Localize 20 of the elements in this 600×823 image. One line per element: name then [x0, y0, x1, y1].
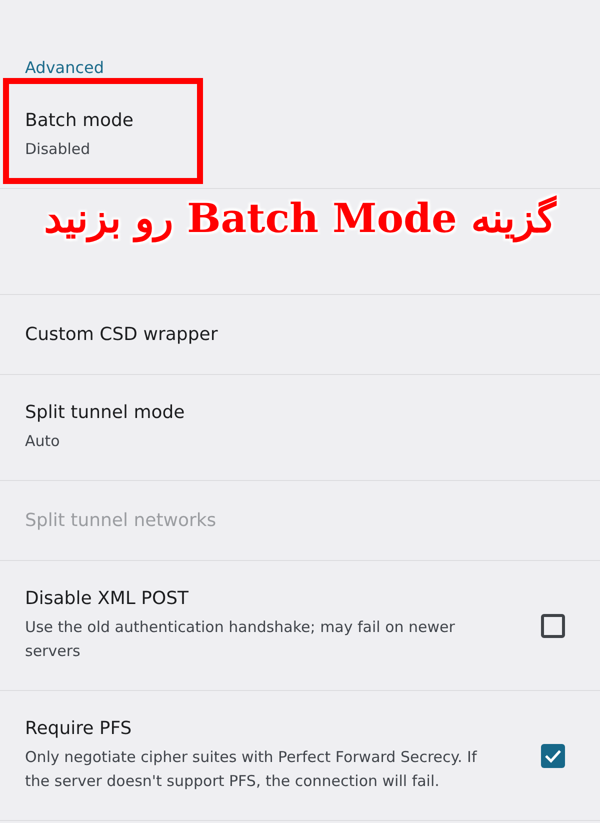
- preference-title: Require PFS: [25, 718, 133, 739]
- checkbox-item[interactable]: Require PFS Only negotiate cipher suites with Perfect Forward Secrecy. If the server doesn't support PFS, the connection will fail.: [0, 691, 600, 821]
- preference-item[interactable]: Batch mode Disabled: [0, 83, 600, 189]
- preference-summary: Auto: [25, 431, 61, 452]
- preference-title: Batch mode: [25, 110, 135, 131]
- preference-summary: Only negotiate cipher suites with Perfect Forward Secrecy. If the server doesn't support PFS, the connection will fail.: [25, 747, 478, 792]
- checkbox-item[interactable]: Disable XML POST Use the old authentication handshake; may fail on newer servers: [0, 561, 600, 691]
- preference-summary: Disabled: [25, 139, 92, 160]
- preference-summary: Use the old authentication handshake; may fail on newer servers: [25, 617, 456, 662]
- preference-item[interactable]: Split tunnel mode Auto: [0, 375, 600, 481]
- checkbox[interactable]: [541, 614, 565, 638]
- check-icon: [544, 748, 562, 762]
- preference-title: Split tunnel networks: [25, 510, 218, 531]
- preference-title: Disable XML POST: [25, 588, 190, 609]
- preference-item[interactable]: Custom CSD wrapper: [0, 295, 600, 375]
- preference-title: Custom CSD wrapper: [25, 324, 219, 345]
- preference-title: Split tunnel mode: [25, 402, 186, 423]
- annotation-caption: گزینه Batch Mode رو بزنید: [43, 195, 558, 242]
- category-header: Advanced: [24, 57, 106, 79]
- checkbox[interactable]: [541, 744, 565, 768]
